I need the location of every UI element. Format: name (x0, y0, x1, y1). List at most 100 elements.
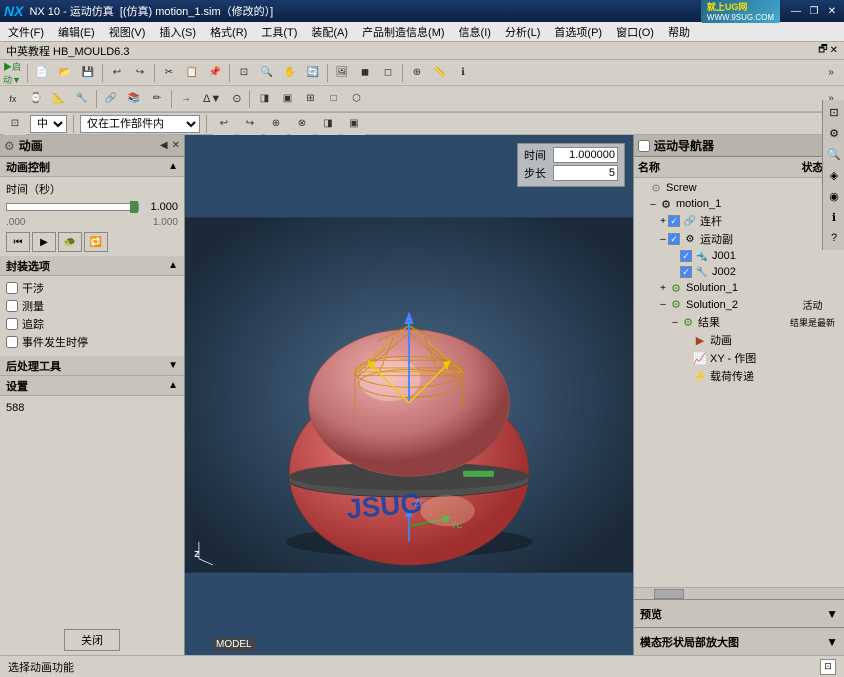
tree-item-link[interactable]: + ✓ 🔗 连杆 (634, 212, 844, 230)
menu-format[interactable]: 格式(R) (204, 23, 253, 41)
tree-item-j002[interactable]: ✓ 🔧 J002 (634, 264, 844, 280)
expand-result[interactable]: – (670, 317, 680, 328)
undo-btn[interactable]: ↩ (106, 62, 128, 84)
menu-tools[interactable]: 工具(T) (255, 23, 303, 41)
right-icon-6[interactable]: ℹ (824, 207, 844, 227)
right-icon-7[interactable]: ? (824, 228, 844, 248)
tb2-view3[interactable]: ⊞ (299, 88, 321, 110)
render-btn[interactable]: 🖼 (331, 62, 353, 84)
tb2-3d[interactable]: ⬡ (345, 88, 367, 110)
right-icon-4[interactable]: ◈ (824, 165, 844, 185)
tb2-snap2[interactable]: ⊙ (227, 88, 246, 110)
cut-btn[interactable]: ✂ (158, 62, 180, 84)
copy-btn[interactable]: 📋 (181, 62, 203, 84)
settings-header[interactable]: 设置 ▲ (0, 376, 184, 396)
right-icon-3[interactable]: 🔍 (824, 144, 844, 164)
filter-btn6[interactable]: ▣ (343, 113, 365, 135)
slider-thumb[interactable] (130, 201, 138, 213)
tb2-layer[interactable]: 📚 (123, 88, 145, 110)
pan-btn[interactable]: ✋ (279, 62, 301, 84)
menu-analysis[interactable]: 分析(L) (499, 23, 546, 41)
tree-item-screw[interactable]: ⚙ Screw (634, 180, 844, 196)
expand-sol2[interactable]: – (658, 299, 668, 310)
cb-interference-input[interactable] (6, 282, 18, 294)
nav-scroll-thumb[interactable] (654, 589, 684, 599)
status-icon[interactable]: ⊡ (820, 659, 836, 675)
filter-btn1[interactable]: ↩ (213, 113, 235, 135)
settings-collapse[interactable]: ▲ (168, 380, 178, 391)
nav-scrollbar[interactable] (634, 587, 844, 599)
cb-measure-input[interactable] (6, 300, 18, 312)
j001-check-icon[interactable]: ✓ (680, 250, 692, 262)
menu-info[interactable]: 信息(I) (453, 23, 497, 41)
mode-select[interactable]: 中 (30, 115, 67, 133)
info-btn[interactable]: ℹ (452, 62, 474, 84)
tree-item-joint[interactable]: – ✓ ⚙ 运动副 (634, 230, 844, 248)
expand-joint[interactable]: – (658, 234, 668, 245)
more-btn[interactable]: » (820, 62, 842, 84)
tree-item-j001[interactable]: ✓ 🔩 J001 (634, 248, 844, 264)
play-btn[interactable]: ▶ (32, 232, 56, 252)
close-panel-button[interactable]: 关闭 (64, 629, 120, 651)
menu-assembly[interactable]: 装配(A) (305, 23, 354, 41)
start-button[interactable]: ▶启动▼ (2, 62, 24, 84)
tb2-arrow[interactable]: → (175, 88, 197, 110)
time-slider[interactable] (6, 203, 139, 211)
tb2-view1[interactable]: ◨ (253, 88, 275, 110)
loop-btn[interactable]: 🔁 (84, 232, 108, 252)
expand-sol1[interactable]: + (658, 283, 668, 294)
right-icon-1[interactable]: ⊡ (824, 102, 844, 122)
tb2-btn2[interactable]: ⌚ (25, 88, 47, 110)
menu-view[interactable]: 视图(V) (103, 23, 152, 41)
menu-preferences[interactable]: 首选项(P) (548, 23, 608, 41)
shading-btn[interactable]: ◼ (354, 62, 376, 84)
measure-btn[interactable]: 📏 (429, 62, 451, 84)
save-btn[interactable]: 💾 (77, 62, 99, 84)
zoom-fit-btn[interactable]: ⊡ (233, 62, 255, 84)
right-icon-5[interactable]: ◉ (824, 186, 844, 206)
left-panel-close[interactable]: ✕ (172, 140, 180, 151)
tree-item-motion1[interactable]: – ⚙ motion_1 (634, 196, 844, 212)
scope-select[interactable]: 仅在工作部件内 (80, 115, 200, 133)
tb2-delta[interactable]: Δ▼ (198, 88, 226, 110)
tree-item-animation[interactable]: ▶ 动画 (634, 331, 844, 349)
close-button[interactable]: ✕ (824, 3, 840, 19)
snap-btn[interactable]: ⊕ (406, 62, 428, 84)
pkg-header[interactable]: 封装选项 ▲ (0, 256, 184, 276)
sub-close-btn[interactable]: ✕ (830, 45, 838, 56)
nav-check[interactable] (638, 140, 650, 152)
magnify-section[interactable]: 模态形状局部放大图 ▼ (634, 627, 844, 655)
restore-button[interactable]: ❐ (806, 3, 822, 19)
tree-item-xy[interactable]: 📈 XY - 作图 (634, 349, 844, 367)
rewind-btn[interactable]: ⏮ (6, 232, 30, 252)
menu-mfg[interactable]: 产品制造信息(M) (356, 23, 451, 41)
cb-track-input[interactable] (6, 318, 18, 330)
left-panel-collapse[interactable]: ◀ (160, 140, 168, 151)
preview-section[interactable]: 预览 ▼ (634, 599, 844, 627)
expand-link[interactable]: + (658, 216, 668, 227)
viewport[interactable]: JSUG ZC YC Z 时间 步长 MODEL (185, 135, 634, 655)
joint-check-icon[interactable]: ✓ (668, 233, 680, 245)
tb2-box[interactable]: □ (322, 88, 344, 110)
filter-btn5[interactable]: ◨ (317, 113, 339, 135)
tb2-snap[interactable]: 🔗 (100, 88, 122, 110)
time-field-input[interactable] (553, 147, 618, 163)
tb2-btn1[interactable]: fx (2, 88, 24, 110)
step-field-input[interactable] (553, 165, 618, 181)
paste-btn[interactable]: 📌 (204, 62, 226, 84)
tb2-edit[interactable]: ✏ (146, 88, 168, 110)
filter-btn4[interactable]: ⊗ (291, 113, 313, 135)
pkg-collapse[interactable]: ▲ (168, 260, 178, 271)
link-check-icon[interactable]: ✓ (668, 215, 680, 227)
new-btn[interactable]: 📄 (31, 62, 53, 84)
menu-insert[interactable]: 插入(S) (153, 23, 202, 41)
menu-help[interactable]: 帮助 (662, 23, 696, 41)
j002-check-icon[interactable]: ✓ (680, 266, 692, 278)
post-tools-collapse[interactable]: ▼ (168, 360, 178, 371)
menu-file[interactable]: 文件(F) (2, 23, 50, 41)
tree-item-sol2[interactable]: – ⚙ Solution_2 活动 (634, 296, 844, 313)
tb2-view2[interactable]: ▣ (276, 88, 298, 110)
preview-expand-icon[interactable]: ▼ (826, 607, 838, 621)
tree-item-load[interactable]: ⚡ 载荷传递 (634, 367, 844, 385)
menu-window[interactable]: 窗口(O) (610, 23, 660, 41)
